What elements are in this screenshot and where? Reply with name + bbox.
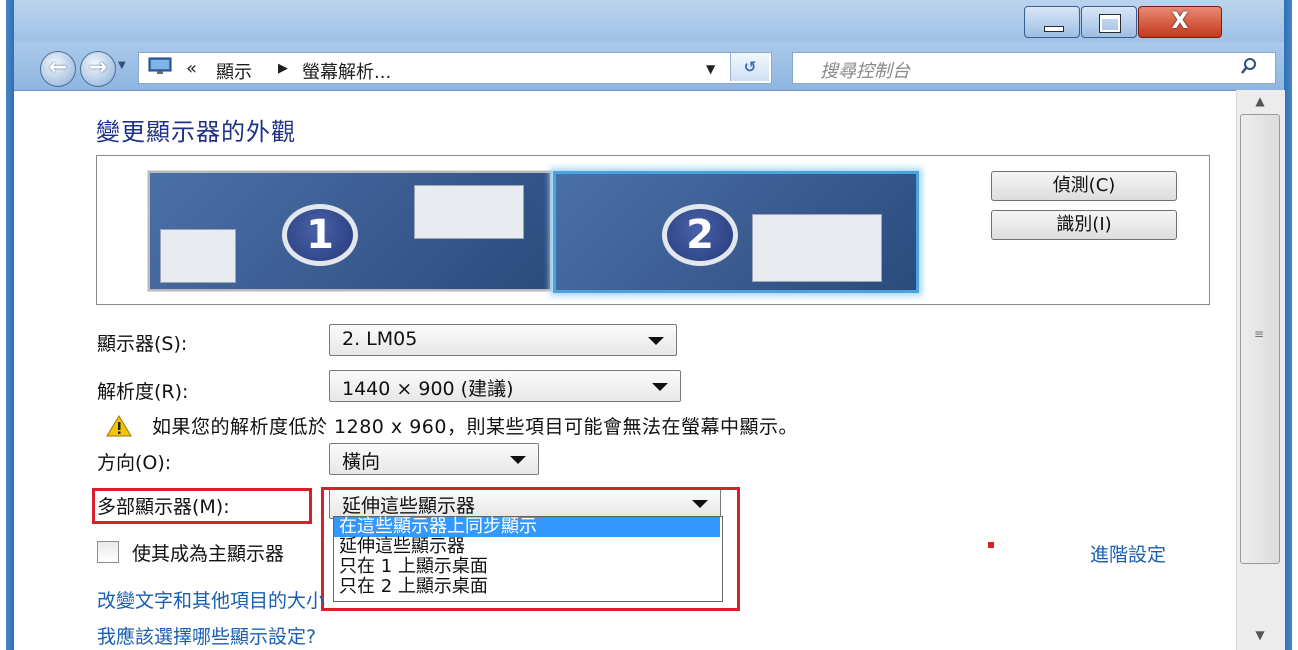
close-icon: X <box>1171 9 1189 34</box>
annotation-dot <box>988 542 994 548</box>
page-title: 變更顯示器的外觀 <box>96 118 296 146</box>
which-settings-link[interactable]: 我應該選擇哪些顯示設定? <box>97 622 316 649</box>
resolution-label: 解析度(R): <box>97 381 189 403</box>
annotation-highlight-label <box>92 488 312 524</box>
option-extend[interactable]: 延伸這些顯示器 <box>334 537 720 557</box>
display-select-value: 2. LM05 <box>342 328 418 350</box>
back-button[interactable]: ← <box>40 51 76 87</box>
window-left-edge <box>0 0 14 650</box>
chevron-down-icon <box>648 337 664 345</box>
orientation-select-value: 橫向 <box>342 451 381 473</box>
minimize-button[interactable] <box>1024 6 1080 38</box>
maximize-icon <box>1100 15 1120 32</box>
breadcrumb-chevron[interactable]: « <box>186 58 197 79</box>
chevron-down-icon <box>510 456 526 464</box>
multiple-displays-dropdown-list: 在這些顯示器上同步顯示 延伸這些顯示器 只在 1 上顯示桌面 只在 2 上顯示桌… <box>333 516 723 602</box>
main-display-checkbox-label[interactable]: 使其成為主顯示器 <box>132 539 317 566</box>
orientation-label: 方向(O): <box>97 452 172 474</box>
resolution-warning-text: 如果您的解析度低於 1280 x 960，則某些項目可能會無法在螢幕中顯示。 <box>152 416 798 438</box>
resolution-select[interactable]: 1440 × 900 (建議) <box>329 370 681 402</box>
window-right-edge <box>1284 0 1298 650</box>
monitor-2-number: 2 <box>662 204 738 266</box>
display-label: 顯示器(S): <box>97 333 188 355</box>
display-select[interactable]: 2. LM05 <box>329 324 677 356</box>
advanced-settings-link[interactable]: 進階設定 <box>1090 540 1166 567</box>
mini-window <box>160 229 236 283</box>
detect-button[interactable]: 偵測(C) <box>991 171 1177 201</box>
minimize-icon <box>1044 26 1064 32</box>
monitor-1-number: 1 <box>282 204 358 266</box>
address-dropdown-icon[interactable]: ▼ <box>706 62 715 76</box>
orientation-select[interactable]: 橫向 <box>329 443 539 475</box>
option-only-1[interactable]: 只在 1 上顯示桌面 <box>334 557 720 577</box>
maximize-button[interactable] <box>1081 6 1137 38</box>
search-placeholder: 搜尋控制台 <box>820 61 910 82</box>
mini-window <box>752 214 882 282</box>
monitor-icon <box>148 57 172 74</box>
close-button[interactable]: X <box>1138 6 1222 38</box>
scrollbar-grip-icon: ≡ <box>1253 327 1265 341</box>
resolution-select-value: 1440 × 900 (建議) <box>342 378 514 400</box>
text-size-link[interactable]: 改變文字和其他項目的大小 <box>97 586 332 613</box>
search-icon[interactable] <box>1240 57 1258 75</box>
identify-button[interactable]: 識別(I) <box>991 210 1177 240</box>
breadcrumb-separator[interactable]: ▶ <box>278 61 288 76</box>
option-only-2[interactable]: 只在 2 上顯示桌面 <box>334 577 720 597</box>
refresh-button[interactable]: ↺ <box>730 53 769 81</box>
breadcrumb-display[interactable]: 顯示 <box>216 58 252 84</box>
scroll-down-arrow-icon[interactable]: ▼ <box>1241 624 1279 646</box>
main-display-checkbox[interactable] <box>97 541 119 563</box>
option-duplicate[interactable]: 在這些顯示器上同步顯示 <box>334 517 720 537</box>
recent-pages-dropdown[interactable]: ▼ <box>118 60 130 76</box>
forward-button[interactable]: → <box>80 51 116 87</box>
mini-window <box>414 185 524 239</box>
chevron-down-icon <box>652 383 668 391</box>
scroll-up-arrow-icon[interactable]: ▲ <box>1241 90 1279 112</box>
breadcrumb-screen-resolution[interactable]: 螢幕解析... <box>302 58 391 84</box>
warning-icon <box>106 415 132 437</box>
